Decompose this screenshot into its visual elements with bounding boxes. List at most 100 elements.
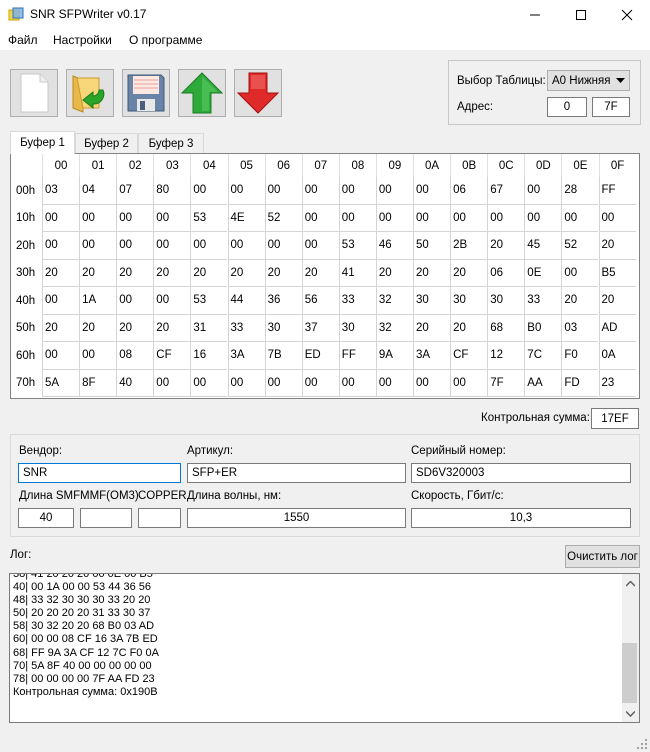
hex-cell[interactable]: 00 xyxy=(487,204,525,232)
hex-cell[interactable]: 20 xyxy=(42,314,80,342)
hex-cell[interactable]: B5 xyxy=(598,259,636,287)
hex-cell[interactable]: 16 xyxy=(190,342,228,370)
hex-cell[interactable]: 00 xyxy=(301,177,339,205)
hex-cell[interactable]: 00 xyxy=(375,204,413,232)
hex-cell[interactable]: 30 xyxy=(487,287,525,315)
hex-cell[interactable]: 00 xyxy=(375,177,413,205)
scroll-up-icon[interactable] xyxy=(626,581,635,587)
hex-cell[interactable]: 20 xyxy=(301,259,339,287)
wavelength-input[interactable]: 1550 xyxy=(187,508,406,528)
hex-cell[interactable]: 20 xyxy=(450,314,488,342)
tab-buffer-3[interactable]: Буфер 3 xyxy=(138,133,204,153)
hex-cell[interactable]: 36 xyxy=(264,287,302,315)
hex-cell[interactable]: 00 xyxy=(42,232,80,260)
scroll-down-icon[interactable] xyxy=(626,711,635,717)
part-number-input[interactable]: SFP+ER xyxy=(187,463,406,483)
resize-grip-icon[interactable] xyxy=(636,738,648,750)
hex-cell[interactable]: 8F xyxy=(79,369,117,397)
hex-cell[interactable]: 0E xyxy=(524,259,562,287)
hex-cell[interactable]: 30 xyxy=(264,314,302,342)
hex-cell[interactable]: 7C xyxy=(524,342,562,370)
hex-cell[interactable]: CF xyxy=(153,342,191,370)
address-from-field[interactable]: 0 xyxy=(547,97,587,117)
hex-cell[interactable]: 20 xyxy=(153,314,191,342)
hex-cell[interactable]: 41 xyxy=(338,259,376,287)
serial-number-input[interactable]: SD6V320003 xyxy=(411,463,631,483)
hex-cell[interactable]: FF xyxy=(338,342,376,370)
hex-cell[interactable]: 9A xyxy=(375,342,413,370)
hex-cell[interactable]: 00 xyxy=(413,369,451,397)
hex-cell[interactable]: 32 xyxy=(375,314,413,342)
hex-cell[interactable]: 44 xyxy=(227,287,265,315)
hex-cell[interactable]: 20 xyxy=(227,259,265,287)
hex-cell[interactable]: 00 xyxy=(79,232,117,260)
table-select-dropdown[interactable]: A0 Нижняя xyxy=(547,70,630,91)
hex-cell[interactable]: 00 xyxy=(338,177,376,205)
open-button[interactable] xyxy=(66,69,114,117)
speed-input[interactable]: 10,3 xyxy=(411,508,631,528)
hex-cell[interactable]: 00 xyxy=(598,204,636,232)
scroll-thumb[interactable] xyxy=(622,643,637,703)
hex-cell[interactable]: 32 xyxy=(375,287,413,315)
hex-cell[interactable]: 5A xyxy=(42,369,80,397)
hex-cell[interactable]: 20 xyxy=(264,259,302,287)
hex-cell[interactable]: 00 xyxy=(227,232,265,260)
hex-cell[interactable]: 2B xyxy=(450,232,488,260)
hex-cell[interactable]: 56 xyxy=(301,287,339,315)
hex-cell[interactable]: 20 xyxy=(413,314,451,342)
hex-cell[interactable]: 52 xyxy=(264,204,302,232)
hex-cell[interactable]: 00 xyxy=(227,369,265,397)
hex-cell[interactable]: 00 xyxy=(450,204,488,232)
hex-cell[interactable]: 00 xyxy=(190,232,228,260)
hex-cell[interactable]: FD xyxy=(561,369,599,397)
hex-cell[interactable]: F0 xyxy=(561,342,599,370)
hex-cell[interactable]: 20 xyxy=(598,287,636,315)
menu-settings[interactable]: Настройки xyxy=(53,33,112,47)
hex-cell[interactable]: 00 xyxy=(153,369,191,397)
hex-cell[interactable]: 68 xyxy=(487,314,525,342)
hex-cell[interactable]: 45 xyxy=(524,232,562,260)
hex-cell[interactable]: 00 xyxy=(153,232,191,260)
hex-cell[interactable]: 53 xyxy=(190,204,228,232)
copper-length-input[interactable] xyxy=(138,508,181,528)
hex-cell[interactable]: ED xyxy=(301,342,339,370)
log-textarea[interactable]: 38| 41 20 20 20 06 0E 00 B5 40| 00 1A 00 … xyxy=(9,573,640,723)
hex-cell[interactable]: 20 xyxy=(116,314,154,342)
hex-cell[interactable]: 30 xyxy=(450,287,488,315)
maximize-button[interactable] xyxy=(558,0,604,30)
hex-cell[interactable]: 20 xyxy=(487,232,525,260)
hex-cell[interactable]: 40 xyxy=(116,369,154,397)
hex-cell[interactable]: 0A xyxy=(598,342,636,370)
hex-cell[interactable]: 00 xyxy=(264,177,302,205)
hex-cell[interactable]: 00 xyxy=(227,177,265,205)
hex-cell[interactable]: AA xyxy=(524,369,562,397)
hex-cell[interactable]: 20 xyxy=(450,259,488,287)
vendor-input[interactable]: SNR xyxy=(18,463,181,483)
hex-cell[interactable]: 00 xyxy=(153,204,191,232)
hex-cell[interactable]: 08 xyxy=(116,342,154,370)
hex-cell[interactable]: 20 xyxy=(79,314,117,342)
hex-cell[interactable]: 30 xyxy=(413,287,451,315)
hex-cell[interactable]: 00 xyxy=(301,369,339,397)
close-button[interactable] xyxy=(604,0,650,30)
hex-cell[interactable]: 00 xyxy=(116,232,154,260)
hex-cell[interactable]: 20 xyxy=(116,259,154,287)
mmf-length-input[interactable] xyxy=(80,508,132,528)
hex-cell[interactable]: 20 xyxy=(413,259,451,287)
hex-cell[interactable]: 03 xyxy=(561,314,599,342)
hex-cell[interactable]: 00 xyxy=(375,369,413,397)
hex-cell[interactable]: 7F xyxy=(487,369,525,397)
hex-cell[interactable]: 00 xyxy=(338,204,376,232)
address-to-field[interactable]: 7F xyxy=(592,97,630,117)
hex-cell[interactable]: FF xyxy=(598,177,636,205)
hex-cell[interactable]: 53 xyxy=(190,287,228,315)
hex-cell[interactable]: 33 xyxy=(227,314,265,342)
hex-cell[interactable]: 00 xyxy=(264,369,302,397)
hex-cell[interactable]: 33 xyxy=(338,287,376,315)
hex-cell[interactable]: 80 xyxy=(153,177,191,205)
hex-cell[interactable]: 3A xyxy=(413,342,451,370)
hex-cell[interactable]: 37 xyxy=(301,314,339,342)
hex-cell[interactable]: 20 xyxy=(153,259,191,287)
hex-cell[interactable]: 00 xyxy=(116,287,154,315)
hex-cell[interactable]: 50 xyxy=(413,232,451,260)
